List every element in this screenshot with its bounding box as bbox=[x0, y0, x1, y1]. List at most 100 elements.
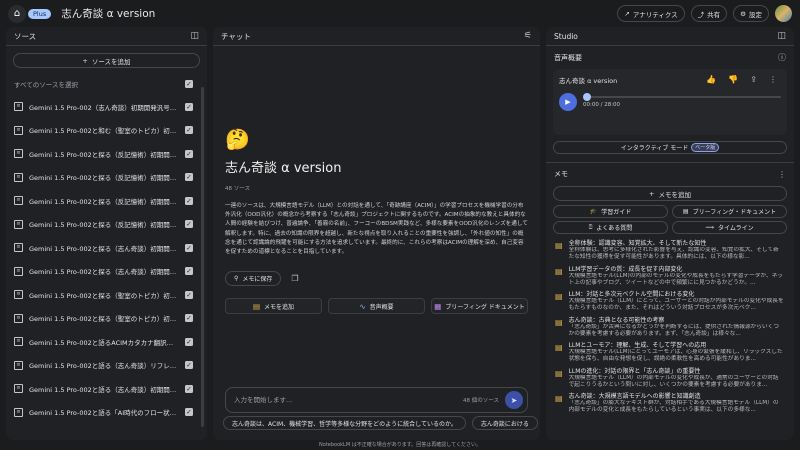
source-item[interactable]: ≡ Gemini 1.5 Pro-002と探る（反記憶術）初期開発#02:... ✓ bbox=[6, 166, 207, 190]
memo-item[interactable]: ▤ 全称体験：認識変容、知覚拡大、そして新たな知性 全称体験は、思考に多様化された影… bbox=[546, 240, 794, 266]
suggestion-chip[interactable]: 志ん奇談における bbox=[471, 416, 538, 430]
source-item[interactable]: ≡ Gemini 1.5 Pro-002と探る（反記憶術）初期開発#04:... ✓ bbox=[6, 189, 207, 213]
source-checkbox[interactable]: ✓ bbox=[185, 102, 193, 111]
notebook-title[interactable]: 志ん奇談 α version bbox=[61, 6, 155, 21]
share-button[interactable]: ⤴ 共有 bbox=[690, 5, 728, 22]
add-memo-quick-button[interactable]: ▤ メモを追加 bbox=[225, 298, 322, 315]
memo-body: 大規模言語モデル(LLM)にとってユーモアは、心身の緊張を緩和し、リラックスした… bbox=[568, 349, 783, 363]
add-memo-button[interactable]: + メモを追加 bbox=[553, 186, 787, 201]
interactive-mode-label: インタラクティブ モード bbox=[620, 145, 689, 152]
save-to-memo-button[interactable]: ⚲ メモに保存 bbox=[225, 271, 282, 287]
progress-handle[interactable] bbox=[583, 93, 591, 101]
suggestion-chip[interactable]: 志ん奇談は、ACIM、機械学習、哲学等多様な分野をどのように統合しているのか。 bbox=[223, 416, 466, 430]
source-item[interactable]: ≡ Gemini 1.5 Pro-002と語る（志ん奇談）リフレンス... ✓ bbox=[6, 354, 207, 378]
settings-button[interactable]: ⚙ 設定 bbox=[733, 5, 769, 22]
quick-actions: ▤ メモを追加 ∿ 音声概要 ▦ ブリーフィング ドキュメント bbox=[225, 298, 528, 315]
source-item-label: Gemini 1.5 Pro-002と探る（志ん奇談）初期開発：お... bbox=[29, 268, 179, 277]
collapse-panel-icon[interactable]: ◫ bbox=[777, 31, 786, 41]
thumbs-up-icon[interactable]: 👍 bbox=[706, 75, 716, 84]
interactive-mode-button[interactable]: インタラクティブ モード ベータ版 bbox=[553, 141, 787, 154]
briefing-document-button[interactable]: ▤ ブリーフィング・ドキュメント bbox=[672, 205, 787, 218]
document-icon: ≡ bbox=[14, 384, 23, 394]
sources-scrollbar[interactable] bbox=[201, 87, 204, 427]
plus-badge: Plus bbox=[28, 8, 52, 19]
add-memo-label: メモを追加 bbox=[658, 190, 691, 199]
tune-icon[interactable]: ⚟ bbox=[524, 31, 532, 41]
document-icon: ≡ bbox=[14, 266, 23, 276]
document-icon: ▤ bbox=[682, 208, 689, 215]
source-item[interactable]: ≡ Gemini 1.5 Pro-002と語るACIMカタカナ翻訳問題：エ... ✓ bbox=[6, 330, 207, 354]
source-item[interactable]: ≡ Gemini 1.5 Pro-002と探る（聖室のトピカ）初期開発... ✓ bbox=[6, 283, 207, 307]
source-item-label: Gemini 1.5 Pro-002と探る（聖室のトピカ）初期開発... bbox=[29, 291, 179, 300]
source-item[interactable]: ≡ Gemini 1.5 Pro-002と探る（志ん奇談）初期開発：（承... ✓ bbox=[6, 236, 207, 260]
source-item[interactable]: ≡ Gemini 1.5 Pro-002と探る（反記憶術）初期開発#01:... ✓ bbox=[6, 142, 207, 166]
chat-body: 🤔 志ん奇談 α version 48 ソース 一連のソースは、大規模言語モデル… bbox=[225, 127, 528, 315]
source-checkbox[interactable]: ✓ bbox=[185, 290, 193, 299]
source-checkbox[interactable]: ✓ bbox=[185, 220, 193, 229]
source-checkbox[interactable]: ✓ bbox=[185, 243, 193, 252]
memo-body: 「志ん奇談」の膨大なテキスト群が、対話相手である大規模言語モデル（LLM）の内部… bbox=[568, 400, 779, 414]
play-button[interactable]: ▶ bbox=[559, 93, 577, 111]
study-guide-button[interactable]: 🎓 学習ガイド bbox=[553, 205, 668, 218]
memo-item[interactable]: ▤ 志ん奇談：大規模言語モデルへの影響と知識創造 「志ん奇談」の膨大なテキスト群が、… bbox=[546, 393, 794, 419]
source-item[interactable]: ≡ Gemini 1.5 Pro-002と探る（聖室のトピカ）初期開発... ✓ bbox=[6, 307, 207, 331]
share-icon[interactable]: ⇪ bbox=[750, 75, 757, 84]
thumbs-down-icon[interactable]: 👎 bbox=[728, 75, 738, 84]
audio-overview-quick-button[interactable]: ∿ 音声概要 bbox=[328, 298, 425, 315]
notebooklm-logo-icon[interactable]: ⌂ bbox=[8, 4, 26, 23]
memo-title: 全称体験：認識変容、知覚拡大、そして新たな知性 bbox=[568, 240, 707, 247]
more-vert-icon[interactable]: ⋮ bbox=[769, 75, 777, 84]
note-icon: ▤ bbox=[555, 317, 563, 327]
briefing-doc-quick-button[interactable]: ▦ ブリーフィング ドキュメント bbox=[431, 298, 528, 315]
sources-panel: ソース ◫ + ソースを追加 すべてのソースを選択 ✓ ≡ Gemini 1.5 … bbox=[6, 27, 207, 440]
select-all-row[interactable]: すべてのソースを選択 ✓ bbox=[6, 78, 207, 90]
source-item-label: Gemini 1.5 Pro-002と探る（反記憶術）初期開発#01:... bbox=[29, 150, 179, 159]
source-item[interactable]: ≡ Gemini 1.5 Pro-002と和む（聖室のトピカ）初期開発... ✓ bbox=[6, 119, 207, 143]
quick-action-label: 音声概要 bbox=[369, 303, 394, 311]
memo-item[interactable]: ▤ LLM：対話と多次元ベクトル空間における変化 大規模言語モデル（LLM）にとって… bbox=[546, 291, 794, 317]
memo-section-header: メモ ⋮ bbox=[546, 169, 794, 179]
source-checkbox[interactable]: ✓ bbox=[185, 408, 193, 417]
quick-action-label: メモを追加 bbox=[264, 303, 295, 311]
source-checkbox[interactable]: ✓ bbox=[185, 337, 193, 346]
collapse-panel-icon[interactable]: ◫ bbox=[190, 31, 199, 41]
send-button[interactable]: ➤ bbox=[505, 391, 523, 409]
copy-icon[interactable]: ❐ bbox=[291, 274, 298, 283]
source-item-label: Gemini 1.5 Pro-002（志ん奇談）初期開発汎号スレッ... bbox=[29, 103, 179, 112]
source-item[interactable]: ≡ Gemini 1.5 Pro-002と探る（反記憶術）初期開発#05:... ✓ bbox=[6, 213, 207, 237]
source-item[interactable]: ≡ Gemini 1.5 Pro-002と探る（志ん奇談）初期開発：お... ✓ bbox=[6, 260, 207, 284]
source-checkbox[interactable]: ✓ bbox=[185, 126, 193, 135]
source-checkbox[interactable]: ✓ bbox=[185, 173, 193, 182]
source-checkbox[interactable]: ✓ bbox=[185, 196, 193, 205]
analytics-button[interactable]: ↗ アナリティクス bbox=[617, 5, 685, 22]
source-checkbox[interactable]: ✓ bbox=[185, 149, 193, 158]
info-icon[interactable]: ⓘ bbox=[778, 52, 786, 63]
memo-item[interactable]: ▤ LLM学習データの質：成長を促す内部変化 大規模言語モデル(LLM)の内部のモデ… bbox=[546, 266, 794, 292]
source-item[interactable]: ≡ Gemini 1.5 Pro-002と語る「AI時代のフロー状態とイ... ✓ bbox=[6, 401, 207, 425]
progress-bar[interactable] bbox=[583, 93, 781, 101]
source-checkbox[interactable]: ✓ bbox=[185, 267, 193, 276]
source-checkbox[interactable]: ✓ bbox=[185, 384, 193, 393]
memo-title: 志ん奇談：古典となる可能性の考察 bbox=[568, 316, 665, 324]
memo-item[interactable]: ▤ LLMとユーモア：理解、生成、そして学習への応用 大規模言語モデル(LLM)にと… bbox=[546, 342, 794, 368]
memo-title: LLM学習データの質：成長を促す内部変化 bbox=[568, 265, 683, 273]
select-all-checkbox[interactable]: ✓ bbox=[185, 80, 193, 88]
more-vert-icon[interactable]: ⋮ bbox=[778, 170, 786, 179]
document-icon: ≡ bbox=[14, 243, 23, 253]
faq-button[interactable]: ⍰ よくある質問 bbox=[553, 221, 668, 234]
source-item[interactable]: ≡ Gemini 1.5 Pro-002と語る（志ん奇談）初期開発:中... ✓ bbox=[6, 377, 207, 401]
timeline-button[interactable]: ⟿ タイムライン bbox=[672, 221, 787, 234]
chat-input[interactable] bbox=[234, 396, 464, 404]
add-source-button[interactable]: + ソースを追加 bbox=[13, 53, 200, 68]
memo-body: 「志ん奇談」が古典になるかどうかを判断するには、提供された情報源からいくつかの要… bbox=[568, 323, 779, 337]
source-checkbox[interactable]: ✓ bbox=[185, 361, 193, 370]
avatar[interactable] bbox=[775, 5, 792, 22]
analytics-label: アナリティクス bbox=[632, 10, 678, 19]
memo-item[interactable]: ▤ 志ん奇談：古典となる可能性の考察 「志ん奇談」が古典になるかどうかを判断するには… bbox=[546, 317, 794, 343]
memo-item[interactable]: ▤ LLMの進化：対話の限界と「志ん奇談」の重要性 大規模言語モデル（LLM）の内部… bbox=[546, 368, 794, 394]
source-item[interactable]: ≡ Gemini 1.5 Pro-002（志ん奇談）初期開発汎号スレッ... ✓ bbox=[6, 95, 207, 119]
memo-body: 大規模言語モデル(LLM)の内部のモデルの変化や成長をもたらす学習データが、ネッ… bbox=[568, 272, 784, 286]
source-checkbox[interactable]: ✓ bbox=[185, 314, 193, 323]
document-icon: ≡ bbox=[14, 219, 23, 229]
memo-body: 全称体験は、思考に多様化された影響を与え、認識の変容、知覚の拡大、そして新たな知… bbox=[568, 247, 779, 261]
